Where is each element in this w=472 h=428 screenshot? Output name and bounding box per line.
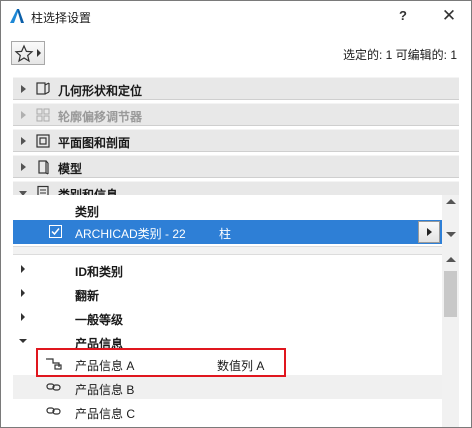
- table-separator: [13, 246, 442, 255]
- property-label: 产品信息 B: [75, 383, 135, 397]
- window-title: 柱选择设置: [31, 11, 92, 25]
- expand-arrow-icon: [21, 111, 26, 119]
- classification-header: 类别: [13, 197, 442, 221]
- expand-arrow-icon: [21, 137, 26, 145]
- panel-label: 几何形状和定位: [58, 84, 143, 98]
- column-selection-settings-dialog: 柱选择设置 ? ✕ 选定的: 1 可编辑的: 1 几何形状和定位 轮廓偏移调节器…: [0, 0, 472, 428]
- expand-arrow-icon: [21, 85, 26, 93]
- classification-checkbox[interactable]: [49, 225, 62, 238]
- collapse-arrow-icon: [19, 339, 27, 343]
- settings-panels: 几何形状和定位 轮廓偏移调节器 平面图和剖面 模型: [13, 77, 459, 207]
- classification-table: 类别 ARCHICAD类别 - 22 柱 ID和类别 翻新 一般等级 产品信息 …: [13, 195, 442, 427]
- scroll-up-arrow-icon[interactable]: [446, 257, 456, 262]
- group-renovation[interactable]: 翻新: [13, 281, 442, 305]
- profile-offset-icon: [35, 107, 51, 123]
- property-row[interactable]: 产品信息 C: [13, 399, 442, 423]
- geometry-icon: [35, 81, 51, 97]
- group-general-ratings[interactable]: 一般等级: [13, 305, 442, 329]
- panel-label: 轮廓偏移调节器: [58, 110, 143, 124]
- property-link-icon: [45, 380, 63, 394]
- vertical-scrollbar[interactable]: [442, 195, 459, 427]
- panel-label: 平面图和剖面: [58, 136, 131, 150]
- group-label: 翻新: [75, 289, 100, 303]
- panel-profile-offset: 轮廓偏移调节器: [13, 103, 459, 126]
- panel-floorplan-section[interactable]: 平面图和剖面: [13, 129, 459, 152]
- classification-value: 柱: [219, 227, 232, 241]
- favorites-button[interactable]: [11, 41, 45, 65]
- model-icon: [35, 159, 51, 175]
- classification-header-label: 类别: [75, 205, 100, 219]
- group-label: ID和类别: [75, 265, 124, 279]
- favorites-menu-arrow-icon: [37, 49, 41, 57]
- archicad-logo-icon: [9, 8, 25, 24]
- scrollbar-thumb[interactable]: [444, 271, 457, 317]
- panel-model[interactable]: 模型: [13, 155, 459, 178]
- checkmark-icon: [51, 228, 60, 236]
- group-label: 一般等级: [75, 313, 124, 327]
- close-button[interactable]: ✕: [435, 5, 463, 27]
- panel-label: 模型: [58, 162, 83, 176]
- star-icon: [14, 44, 34, 63]
- help-button[interactable]: ?: [389, 5, 417, 27]
- property-row[interactable]: 产品信息 B: [13, 375, 442, 399]
- chevron-right-icon: [427, 228, 432, 236]
- panel-geometry-positioning[interactable]: 几何形状和定位: [13, 77, 459, 100]
- title-bar: 柱选择设置 ? ✕: [1, 1, 471, 32]
- classification-system-label: ARCHICAD类别 - 22: [75, 227, 186, 241]
- classification-picker-button[interactable]: [418, 221, 440, 243]
- expand-arrow-icon: [21, 163, 26, 171]
- expand-arrow-icon: [21, 289, 25, 297]
- expand-arrow-icon: [21, 313, 25, 321]
- expand-arrow-icon: [21, 265, 25, 273]
- selection-info: 选定的: 1 可编辑的: 1: [342, 48, 457, 62]
- floorplan-section-icon: [35, 133, 51, 149]
- scroll-down-arrow-icon[interactable]: [446, 232, 456, 237]
- scroll-up-arrow-icon[interactable]: [446, 199, 456, 204]
- classification-row-selected[interactable]: ARCHICAD类别 - 22 柱: [13, 220, 442, 244]
- highlight-box: [36, 348, 286, 377]
- group-id-category[interactable]: ID和类别: [13, 257, 442, 281]
- property-label: 产品信息 C: [75, 407, 136, 421]
- property-link-icon: [45, 404, 63, 418]
